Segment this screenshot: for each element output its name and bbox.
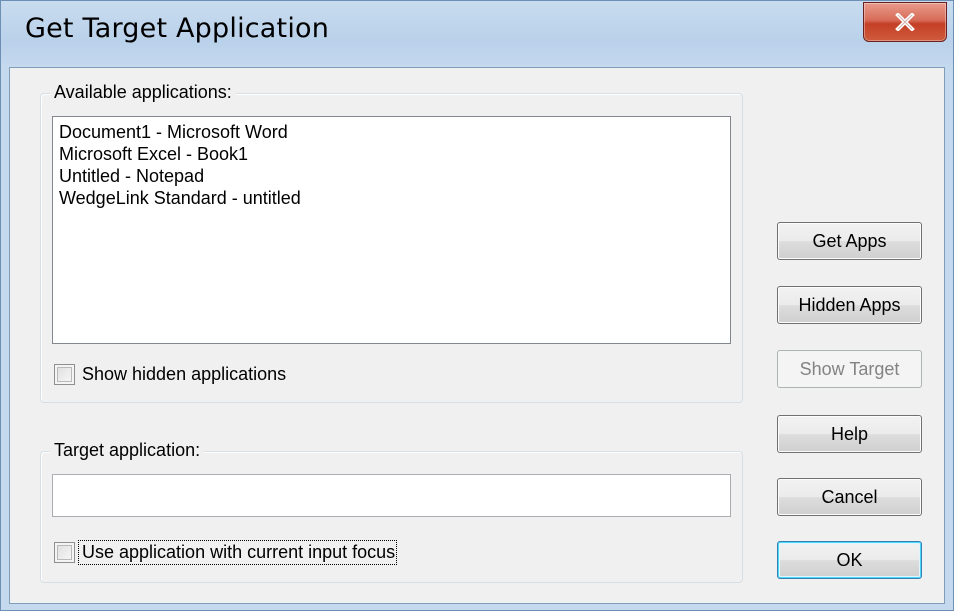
list-item[interactable]: Microsoft Excel - Book1 [53,143,730,165]
show-target-button[interactable]: Show Target [777,350,922,388]
window-title: Get Target Application [25,13,330,44]
hidden-apps-button[interactable]: Hidden Apps [777,286,922,324]
close-button[interactable] [863,2,947,42]
use-focus-application-row[interactable]: Use application with current input focus [54,540,398,565]
target-application-label: Target application: [50,440,205,461]
target-application-group [40,451,743,583]
list-item[interactable]: Untitled - Notepad [53,165,730,187]
show-hidden-applications-row[interactable]: Show hidden applications [54,364,286,385]
show-hidden-applications-label: Show hidden applications [82,364,287,384]
title-bar[interactable]: Get Target Application [1,1,953,67]
dialog-client-area: Available applications: Document1 - Micr… [9,67,945,604]
list-item[interactable]: Document1 - Microsoft Word [53,121,730,143]
use-focus-application-label: Use application with current input focus [77,540,398,565]
help-button[interactable]: Help [777,415,922,453]
target-application-field[interactable] [52,474,731,517]
close-icon [895,13,915,31]
applications-listbox[interactable]: Document1 - Microsoft Word Microsoft Exce… [52,116,731,344]
available-applications-label: Available applications: [50,82,236,103]
show-hidden-applications-checkbox[interactable] [54,364,75,385]
dialog-window: Get Target Application Available applica… [0,0,954,611]
list-item[interactable]: WedgeLink Standard - untitled [53,187,730,209]
get-apps-button[interactable]: Get Apps [777,222,922,260]
use-focus-application-checkbox[interactable] [54,542,75,563]
cancel-button[interactable]: Cancel [777,478,922,516]
applications-list: Document1 - Microsoft Word Microsoft Exce… [53,117,730,209]
ok-button[interactable]: OK [777,541,922,579]
